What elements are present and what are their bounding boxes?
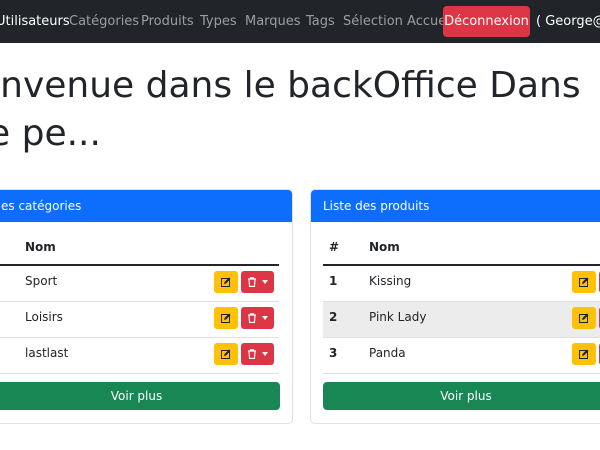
caret-down-icon: [262, 316, 268, 320]
products-card: Liste des produits # Nom 1 Kissing 2 Pin…: [310, 189, 600, 424]
edit-button[interactable]: [214, 343, 238, 365]
nav-link-utilisateurs[interactable]: Utilisateurs: [0, 0, 70, 43]
table-row: lastlast: [0, 338, 279, 374]
nav-link-categories[interactable]: Catégories: [69, 0, 139, 43]
categories-voir-plus-button[interactable]: Voir plus: [0, 382, 280, 410]
nav-link-marques[interactable]: Marques: [245, 0, 301, 43]
nav-link-produits[interactable]: Produits: [141, 0, 194, 43]
caret-down-icon: [262, 280, 268, 284]
logout-button[interactable]: Déconnexion: [443, 6, 530, 37]
category-name: Sport: [25, 274, 58, 288]
trash-icon: [248, 349, 256, 359]
pencil-square-icon: [221, 313, 231, 323]
delete-dropdown-button[interactable]: [241, 343, 274, 365]
delete-dropdown-button[interactable]: [241, 271, 274, 293]
trash-icon: [248, 277, 256, 287]
product-number: 1: [329, 274, 338, 288]
column-header-num: #: [329, 240, 340, 254]
pencil-square-icon: [579, 349, 589, 359]
nav-link-types[interactable]: Types: [200, 0, 237, 43]
categories-card-header: es catégories: [0, 190, 292, 222]
column-header-nom: Nom: [25, 240, 56, 254]
edit-button[interactable]: [572, 307, 596, 329]
user-email: ( George@a: [536, 14, 600, 29]
product-name: Pink Lady: [369, 310, 427, 324]
edit-button[interactable]: [572, 271, 596, 293]
page-title: envenue dans le backOffice Dans le pe...: [0, 65, 581, 154]
pencil-square-icon: [579, 313, 589, 323]
category-name: lastlast: [25, 346, 69, 360]
edit-button[interactable]: [214, 307, 238, 329]
table-header-row: # Nom: [323, 234, 600, 266]
table-header-row: Nom: [0, 234, 279, 266]
top-navbar: Utilisateurs Catégories Produits Types M…: [0, 0, 600, 43]
product-name: Kissing: [369, 274, 412, 288]
product-name: Panda: [369, 346, 406, 360]
category-name: Loisirs: [25, 310, 63, 324]
categories-table: Nom Sport Loisirs lastlast: [0, 234, 279, 374]
table-row: Sport: [0, 266, 279, 302]
table-row: 1 Kissing: [323, 266, 600, 302]
product-number: 3: [329, 346, 338, 360]
edit-button[interactable]: [572, 343, 596, 365]
products-card-header: Liste des produits: [311, 190, 600, 222]
product-number: 2: [329, 310, 338, 324]
pencil-square-icon: [221, 349, 231, 359]
products-table: # Nom 1 Kissing 2 Pink Lady 3 Panda: [323, 234, 600, 374]
caret-down-icon: [262, 352, 268, 356]
nav-link-selection-accueil[interactable]: Sélection Accueil: [343, 0, 453, 43]
products-voir-plus-button[interactable]: Voir plus: [323, 382, 600, 410]
trash-icon: [248, 313, 256, 323]
nav-link-tags[interactable]: Tags: [306, 0, 335, 43]
delete-dropdown-button[interactable]: [241, 307, 274, 329]
table-row: 3 Panda: [323, 338, 600, 374]
pencil-square-icon: [579, 277, 589, 287]
pencil-square-icon: [221, 277, 231, 287]
table-row: 2 Pink Lady: [323, 302, 600, 338]
column-header-nom: Nom: [369, 240, 400, 254]
edit-button[interactable]: [214, 271, 238, 293]
categories-card: es catégories Nom Sport Loisirs lastlast…: [0, 189, 293, 424]
table-row: Loisirs: [0, 302, 279, 338]
